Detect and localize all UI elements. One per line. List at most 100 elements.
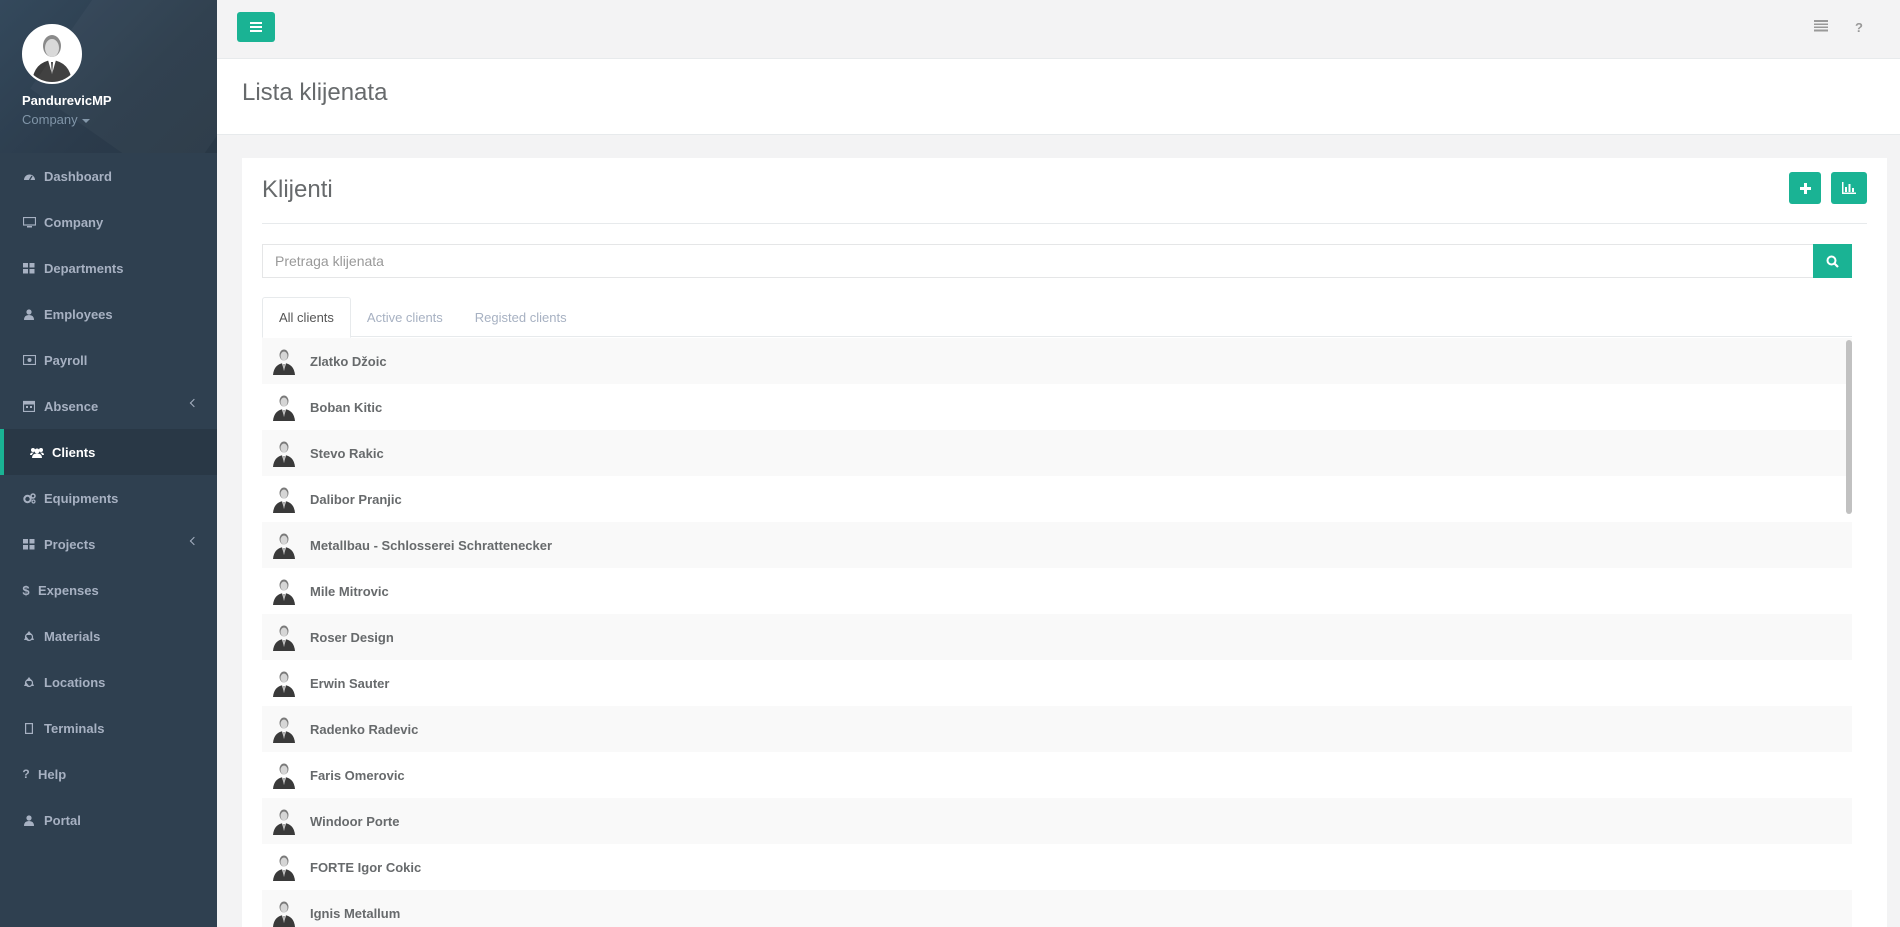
sidebar-item-label: Terminals <box>44 720 105 736</box>
client-list: Zlatko Džoic Boban Kitic Stevo Rakic Dalibo… <box>262 338 1852 927</box>
cogs-icon <box>22 492 36 504</box>
search-icon <box>1826 255 1839 268</box>
avatar <box>270 577 298 605</box>
avatar <box>270 761 298 789</box>
grid-icon <box>22 262 36 274</box>
list-item[interactable]: Boban Kitic <box>262 384 1852 430</box>
list-item[interactable]: Roser Design <box>262 614 1852 660</box>
list-item[interactable]: Erwin Sauter <box>262 660 1852 706</box>
client-name: Ignis Metallum <box>310 905 401 921</box>
profile-panel: PandurevicMP Company <box>0 0 217 153</box>
profile-name: PandurevicMP <box>22 93 112 108</box>
avatar <box>270 393 298 421</box>
sidebar-item-equipments[interactable]: Equipments <box>0 475 217 521</box>
company-dropdown[interactable]: Company <box>22 112 217 127</box>
question-icon: ? <box>22 767 30 781</box>
chevron-left-icon <box>189 536 199 546</box>
sidebar-item-payroll[interactable]: Payroll <box>0 337 217 383</box>
sidebar-item-help[interactable]: ? Help <box>0 751 217 797</box>
client-name: Boban Kitic <box>310 399 383 415</box>
sidebar-item-label: Equipments <box>44 490 119 506</box>
tab-all-clients[interactable]: All clients <box>262 297 351 338</box>
sidebar-item-label: Help <box>38 766 67 782</box>
avatar <box>270 485 298 513</box>
sidebar-item-label: Locations <box>44 674 106 690</box>
sidebar-item-clients[interactable]: Clients <box>0 429 217 475</box>
sidebar-item-dashboard[interactable]: Dashboard <box>0 153 217 199</box>
tablet-icon <box>22 722 36 734</box>
list-item[interactable]: Mile Mitrovic <box>262 568 1852 614</box>
sidebar-item-absence[interactable]: Absence <box>0 383 217 429</box>
avatar <box>270 623 298 651</box>
sidebar-item-locations[interactable]: Locations <box>0 659 217 705</box>
tab-active-clients[interactable]: Active clients <box>351 297 459 337</box>
list-icon[interactable] <box>1814 20 1829 35</box>
search-input[interactable] <box>262 244 1813 278</box>
sidebar-item-company[interactable]: Company <box>0 199 217 245</box>
page-title: Lista klijenata <box>242 79 388 106</box>
recycle-icon <box>22 630 36 642</box>
avatar <box>270 439 298 467</box>
sidebar-item-projects[interactable]: Projects <box>0 521 217 567</box>
sidebar-item-label: Company <box>44 214 104 230</box>
client-name: Roser Design <box>310 629 394 645</box>
sidebar: PandurevicMP Company Dashboard Company D… <box>0 0 217 927</box>
plus-icon <box>1799 182 1811 194</box>
tab-registed-clients[interactable]: Registed clients <box>459 297 583 337</box>
user-icon <box>22 814 36 826</box>
client-name: FORTE Igor Cokic <box>310 859 422 875</box>
divider <box>262 223 1867 224</box>
search-bar <box>262 244 1852 278</box>
avatar[interactable] <box>22 24 82 84</box>
scrollbar[interactable] <box>1846 340 1852 514</box>
dollar-icon: $ <box>22 582 30 598</box>
list-item[interactable]: Ignis Metallum <box>262 890 1852 927</box>
top-navbar: ? <box>217 0 1900 59</box>
help-icon[interactable]: ? <box>1855 20 1863 35</box>
clients-card: Klijenti All clients Active clients Regi… <box>242 158 1887 927</box>
sidebar-item-materials[interactable]: Materials <box>0 613 217 659</box>
user-icon <box>22 308 36 320</box>
sidebar-item-label: Portal <box>44 812 81 828</box>
search-button[interactable] <box>1813 244 1852 278</box>
calendar-icon <box>22 400 36 412</box>
list-item[interactable]: Dalibor Pranjic <box>262 476 1852 522</box>
sidebar-item-label: Expenses <box>38 582 99 598</box>
list-item[interactable]: Faris Omerovic <box>262 752 1852 798</box>
caret-down-icon <box>81 118 90 123</box>
hamburger-icon <box>250 22 262 32</box>
list-item[interactable]: Radenko Radevic <box>262 706 1852 752</box>
client-name: Faris Omerovic <box>310 767 405 783</box>
sidebar-item-terminals[interactable]: Terminals <box>0 705 217 751</box>
sidebar-item-expenses[interactable]: $ Expenses <box>0 567 217 613</box>
client-name: Erwin Sauter <box>310 675 390 691</box>
list-item[interactable]: Windoor Porte <box>262 798 1852 844</box>
list-item[interactable]: Metallbau - Schlosserei Schrattenecker <box>262 522 1852 568</box>
sidebar-toggle-button[interactable] <box>237 12 275 42</box>
statistics-button[interactable] <box>1831 172 1867 204</box>
list-item[interactable]: FORTE Igor Cokic <box>262 844 1852 890</box>
sidebar-item-label: Absence <box>44 398 99 414</box>
top-actions: ? <box>1814 20 1863 35</box>
money-icon <box>22 354 36 366</box>
client-tabs: All clients Active clients Registed clie… <box>262 297 1852 338</box>
sidebar-item-label: Dashboard <box>44 168 112 184</box>
avatar <box>270 531 298 559</box>
sidebar-item-label: Clients <box>52 444 96 460</box>
sidebar-nav: Dashboard Company Departments Employees … <box>0 153 217 843</box>
client-name: Zlatko Džoic <box>310 353 387 369</box>
client-name: Windoor Porte <box>310 813 400 829</box>
sidebar-item-portal[interactable]: Portal <box>0 797 217 843</box>
sidebar-item-label: Employees <box>44 306 113 322</box>
sidebar-item-label: Materials <box>44 628 101 644</box>
client-name: Stevo Rakic <box>310 445 384 461</box>
sidebar-item-departments[interactable]: Departments <box>0 245 217 291</box>
avatar <box>270 669 298 697</box>
list-item[interactable]: Zlatko Džoic <box>262 338 1852 384</box>
add-client-button[interactable] <box>1789 172 1821 204</box>
sidebar-item-label: Payroll <box>44 352 88 368</box>
list-item[interactable]: Stevo Rakic <box>262 430 1852 476</box>
page-header: Lista klijenata <box>217 59 1900 135</box>
avatar <box>270 853 298 881</box>
sidebar-item-employees[interactable]: Employees <box>0 291 217 337</box>
